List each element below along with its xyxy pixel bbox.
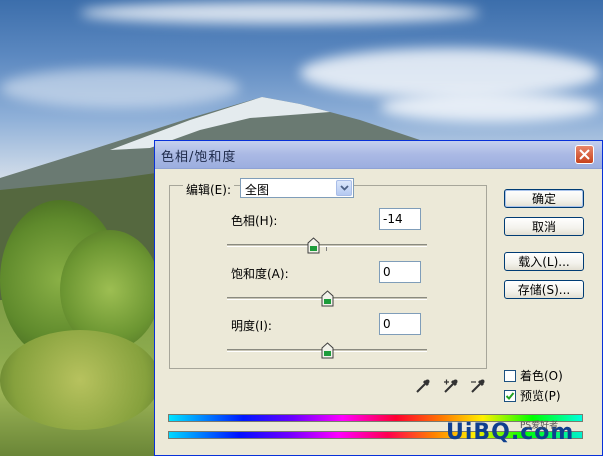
edit-label: 编辑(E): [183,181,234,198]
cancel-button[interactable]: 取消 [504,217,584,236]
colorize-checkbox-row[interactable]: 着色(O) [504,367,563,384]
hue-slider-track[interactable] [227,244,427,251]
eyedropper-icon[interactable] [414,377,432,395]
eyedropper-plus-icon[interactable] [442,377,460,395]
dropdown-arrow-icon[interactable] [336,180,352,196]
hue-slider-thumb[interactable] [307,237,320,255]
hue-saturation-dialog: 色相/饱和度 编辑(E): 全图 色相(H): -14 饱和度(A): 0 明度… [154,140,603,456]
close-icon [579,149,590,160]
load-button[interactable]: 载入(L)... [504,252,584,271]
watermark-small: PS爱好者 [520,421,559,431]
lightness-input[interactable]: 0 [379,313,421,335]
colorize-checkbox[interactable] [504,369,516,382]
saturation-slider-thumb[interactable] [321,290,334,308]
title-bar[interactable]: 色相/饱和度 [155,141,602,169]
preview-label: 预览(P) [520,389,561,403]
hue-input[interactable]: -14 [379,208,421,230]
preview-checkbox-row[interactable]: 预览(P) [504,387,561,404]
dialog-title: 色相/饱和度 [161,150,237,165]
saturation-label: 饱和度(A): [231,267,289,281]
hue-label: 色相(H): [231,214,278,228]
save-button[interactable]: 存储(S)... [504,280,584,299]
edit-select[interactable]: 全图 [240,178,354,198]
saturation-input[interactable]: 0 [379,261,421,283]
lightness-slider-thumb[interactable] [321,342,334,360]
checkmark-icon [505,391,515,400]
eyedropper-minus-icon[interactable] [469,377,487,395]
close-button[interactable] [575,145,594,164]
edit-select-value: 全图 [245,183,270,197]
colorize-label: 着色(O) [520,369,563,383]
ok-button[interactable]: 确定 [504,189,584,208]
preview-checkbox[interactable] [504,389,516,402]
hue-center-tick [326,247,327,251]
lightness-label: 明度(I): [231,319,272,333]
